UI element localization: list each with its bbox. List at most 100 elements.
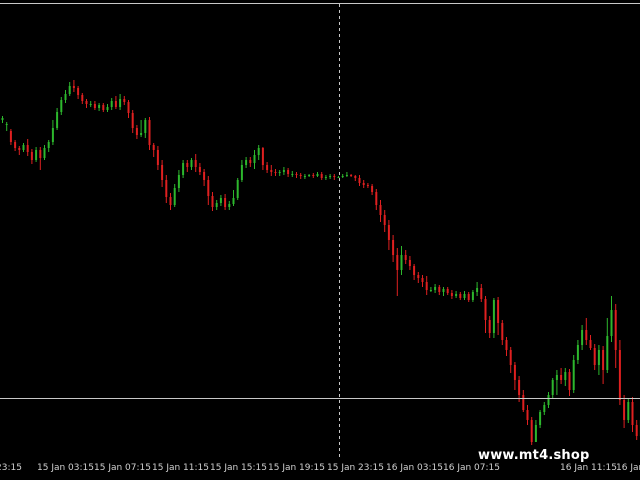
candle-body (455, 294, 458, 296)
candle-body (140, 133, 143, 135)
candle-body (354, 176, 357, 178)
candle-body (194, 160, 197, 167)
candle-body (513, 365, 516, 380)
candle-body (93, 104, 96, 108)
candle-body (606, 336, 609, 370)
candle-body (43, 148, 46, 158)
candle-body (261, 148, 264, 165)
candle-body (434, 287, 437, 290)
candle-body (425, 282, 428, 290)
candle-body (547, 395, 550, 405)
candle-body (551, 380, 554, 395)
candle-body (224, 198, 227, 207)
candle-body (366, 185, 369, 186)
candle-body (215, 203, 218, 207)
candle-body (119, 99, 122, 107)
candle-body (501, 323, 504, 340)
candle-body (190, 160, 193, 167)
candle-body (156, 150, 159, 165)
time-axis-label: 15 Jan 19:15 (268, 463, 325, 473)
time-axis-label: 16 Jan (616, 463, 640, 473)
candle-body (35, 150, 38, 160)
candle-body (106, 107, 109, 110)
candle-body (429, 290, 432, 291)
candles-group (1, 80, 640, 445)
candle-body (287, 170, 290, 174)
candle-body (320, 174, 323, 178)
time-axis-label: 16 Jan 07:15 (443, 463, 500, 473)
candle-body (316, 174, 319, 176)
candle-body (98, 105, 101, 108)
candle-body (295, 174, 298, 175)
candle-body (257, 148, 260, 155)
candle-body (72, 86, 75, 88)
candle-body (236, 180, 239, 198)
candle-body (450, 293, 453, 296)
candle-body (463, 294, 466, 298)
candle-body (161, 165, 164, 180)
candle-body (505, 340, 508, 350)
time-axis-label: 15 Jan 15:15 (210, 463, 267, 473)
candle-body (207, 180, 210, 196)
candle-body (534, 425, 537, 442)
candle-body (375, 192, 378, 205)
candle-body (400, 255, 403, 270)
candle-body (303, 176, 306, 177)
time-axis-label: 15 Jan 23:15 (327, 463, 384, 473)
candle-body (585, 330, 588, 340)
candle-body (123, 99, 126, 102)
candle-body (299, 175, 302, 176)
candle-body (211, 196, 214, 207)
candle-body (404, 255, 407, 260)
candle-body (144, 120, 147, 133)
candle-body (492, 300, 495, 333)
candle-body (522, 395, 525, 410)
candle-body (165, 180, 168, 197)
candle-body (623, 400, 626, 420)
candle-body (47, 142, 50, 148)
candle-body (383, 215, 386, 225)
candle-body (278, 172, 281, 173)
time-axis-label: 23:15 (0, 463, 22, 473)
candle-body (152, 145, 155, 150)
time-axis-label: 16 Jan 03:15 (386, 463, 443, 473)
candle-body (417, 275, 420, 278)
candle-body (173, 188, 176, 205)
candle-body (539, 412, 542, 425)
candle-body (593, 348, 596, 365)
candle-body (1, 118, 4, 120)
candle-body (324, 177, 327, 178)
candle-body (564, 372, 567, 380)
candle-body (555, 375, 558, 380)
candle-body (240, 165, 243, 180)
candle-body (270, 170, 273, 172)
candle-body (488, 320, 491, 333)
price-chart[interactable]: 23:15 15 Jan 03:1515 Jan 07:1515 Jan 11:1… (0, 0, 640, 480)
candle-body (5, 124, 8, 125)
time-axis-label: 15 Jan 03:15 (37, 463, 94, 473)
candle-body (560, 375, 563, 380)
candle-body (203, 172, 206, 180)
candle-body (18, 148, 21, 150)
candle-body (530, 420, 533, 442)
candle-body (635, 425, 638, 436)
candle-body (408, 260, 411, 266)
candle-body (219, 198, 222, 203)
candlestick-chart[interactable]: 23:15 15 Jan 03:1515 Jan 07:1515 Jan 11:1… (0, 0, 640, 480)
candle-body (245, 160, 248, 165)
candle-body (308, 175, 311, 176)
candle-body (22, 145, 25, 150)
candle-body (614, 310, 617, 350)
candle-body (345, 175, 348, 176)
candle-body (282, 170, 285, 172)
candle-body (26, 145, 29, 152)
candle-body (471, 292, 474, 300)
candle-body (51, 128, 54, 142)
candle-body (102, 105, 105, 110)
candle-body (362, 183, 365, 185)
candle-body (14, 142, 17, 148)
candle-body (77, 88, 80, 95)
candle-body (266, 165, 269, 170)
time-axis-label: 15 Jan 11:15 (152, 463, 209, 473)
candle-body (350, 175, 353, 176)
